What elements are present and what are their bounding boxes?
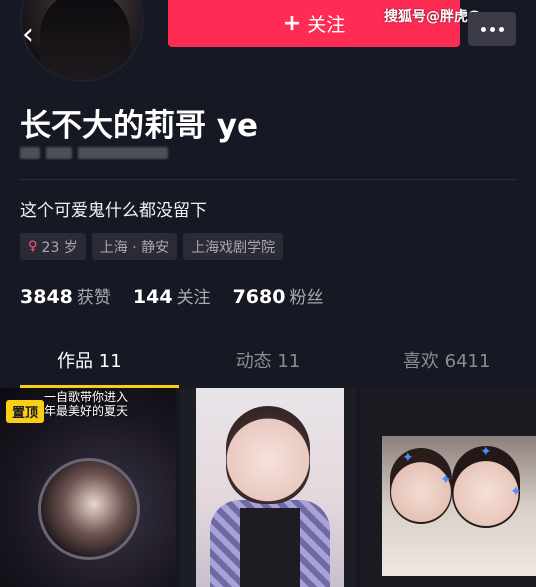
nickname: 长不大的莉哥 ye [20, 108, 259, 144]
age-label: 23 岁 [41, 239, 78, 256]
follow-label: 关注 [307, 14, 346, 36]
stat-number: 144 [132, 286, 173, 308]
stat-number: 3848 [20, 286, 73, 308]
user-id-blurred [20, 146, 168, 160]
video-thumbnail[interactable]: 一自歌带你进入 年最美好的夏天 置顶 [0, 388, 176, 587]
butterfly-icon: ✦ [480, 444, 492, 460]
tab-moments[interactable]: 动态 11 [179, 340, 358, 386]
video-grid: 一自歌带你进入 年最美好的夏天 置顶 ✦ ✦ ✦ ✦ [0, 388, 536, 587]
divider [20, 179, 516, 180]
signature: 这个可爱鬼什么都没留下 [20, 201, 207, 221]
video-thumbnail[interactable]: ✦ ✦ ✦ ✦ [360, 388, 536, 587]
overlay-caption-line2: 年最美好的夏天 [44, 404, 129, 418]
chevron-left-icon[interactable]: ‹ [22, 18, 48, 52]
tag-location[interactable]: 上海 · 静安 [91, 233, 178, 260]
tag-age: ♀ 23 岁 [20, 233, 86, 260]
video-thumbnail[interactable] [180, 388, 356, 587]
stat-following[interactable]: 144 关注 [133, 283, 211, 308]
stat-label: 粉丝 [289, 288, 324, 308]
butterfly-icon: ✦ [402, 450, 414, 466]
profile-tabs: 作品 11 动态 11 喜欢 6411 [0, 340, 536, 388]
pinned-badge: 置顶 [6, 400, 45, 423]
butterfly-icon: ✦ [440, 472, 452, 488]
stat-likes: 3848 获赞 [20, 283, 111, 308]
tab-works[interactable]: 作品 11 [0, 340, 179, 388]
plus-icon: + [282, 11, 302, 36]
butterfly-icon: ✦ [510, 484, 522, 500]
stat-label: 关注 [176, 288, 211, 308]
stat-number: 7680 [232, 286, 286, 308]
profile-tags: ♀ 23 岁 上海 · 静安 上海戏剧学院 [20, 233, 284, 260]
stat-followers[interactable]: 7680 粉丝 [233, 283, 324, 308]
profile-stats: 3848 获赞 144 关注 7680 粉丝 [20, 283, 323, 308]
tab-likes[interactable]: 喜欢 6411 [357, 340, 536, 386]
stat-label: 获赞 [76, 288, 111, 308]
female-icon: ♀ [28, 239, 38, 254]
tag-school[interactable]: 上海戏剧学院 [183, 233, 284, 260]
portrait-circle [38, 458, 140, 560]
more-dots-icon[interactable] [468, 12, 516, 46]
